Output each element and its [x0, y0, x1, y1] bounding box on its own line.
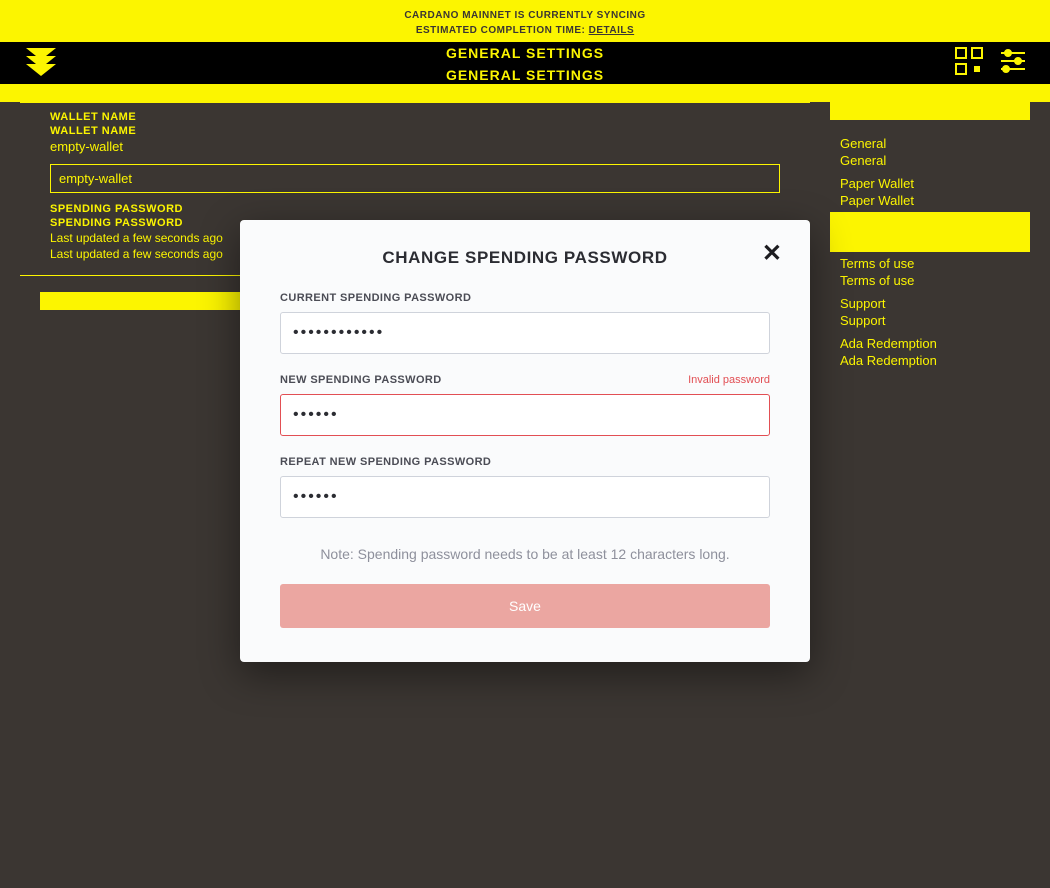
- change-password-modal: ✕ CHANGE SPENDING PASSWORD CURRENT SPEND…: [240, 220, 810, 662]
- settings-sliders-icon[interactable]: [998, 46, 1028, 81]
- password-note: Note: Spending password needs to be at l…: [280, 546, 770, 562]
- page-title: GENERAL SETTINGS GENERAL SETTINGS: [0, 42, 1050, 86]
- current-password-group: CURRENT SPENDING PASSWORD: [280, 292, 770, 354]
- new-password-group: NEW SPENDING PASSWORD Invalid password: [280, 374, 770, 436]
- sidebar-item-support[interactable]: Support Support: [830, 292, 1030, 332]
- banner-line1: CARDANO MAINNET IS CURRENTLY SYNCING: [8, 10, 1042, 21]
- modal-title: CHANGE SPENDING PASSWORD: [280, 248, 770, 268]
- yellow-strip: [0, 84, 1050, 102]
- logo-icon: [24, 46, 58, 85]
- sidebar-item-ada-redemption[interactable]: Ada Redemption Ada Redemption: [830, 332, 1030, 372]
- wallet-name-input[interactable]: empty-wallet: [50, 164, 780, 193]
- sidebar-item-paper-wallet[interactable]: Paper Wallet Paper Wallet: [830, 172, 1030, 212]
- wallet-name-label: WALLET NAME: [50, 111, 780, 123]
- qr-icon[interactable]: [954, 46, 984, 81]
- save-button[interactable]: Save: [280, 584, 770, 628]
- banner-line2: ESTIMATED COMPLETION TIME: DETAILS: [8, 25, 1042, 36]
- banner-details-link[interactable]: DETAILS: [589, 25, 635, 36]
- sidebar-head-strip: [830, 102, 1030, 120]
- sidebar-item-terms[interactable]: Terms of use Terms of use: [830, 252, 1030, 292]
- sidebar-item-wallet[interactable]: Wallet Wallet: [830, 212, 1030, 252]
- repeat-password-input[interactable]: [280, 476, 770, 518]
- new-password-label: NEW SPENDING PASSWORD: [280, 374, 442, 386]
- current-password-label: CURRENT SPENDING PASSWORD: [280, 292, 471, 304]
- new-password-input[interactable]: [280, 394, 770, 436]
- sidebar-item-general[interactable]: General General: [830, 132, 1030, 172]
- wallet-name-value: empty-wallet: [50, 139, 780, 154]
- sidebar: General General Paper Wallet Paper Walle…: [830, 102, 1030, 372]
- sidebar-list: General General Paper Wallet Paper Walle…: [830, 132, 1030, 372]
- wallet-name-label-dup: WALLET NAME: [50, 125, 780, 137]
- spending-password-label: SPENDING PASSWORD: [50, 203, 780, 215]
- repeat-password-group: REPEAT NEW SPENDING PASSWORD: [280, 456, 770, 518]
- repeat-password-label: REPEAT NEW SPENDING PASSWORD: [280, 456, 491, 468]
- current-password-input[interactable]: [280, 312, 770, 354]
- header-bar: GENERAL SETTINGS GENERAL SETTINGS: [0, 42, 1050, 84]
- new-password-error: Invalid password: [688, 374, 770, 386]
- close-icon[interactable]: ✕: [762, 242, 782, 266]
- top-banner: CARDANO MAINNET IS CURRENTLY SYNCING EST…: [0, 0, 1050, 42]
